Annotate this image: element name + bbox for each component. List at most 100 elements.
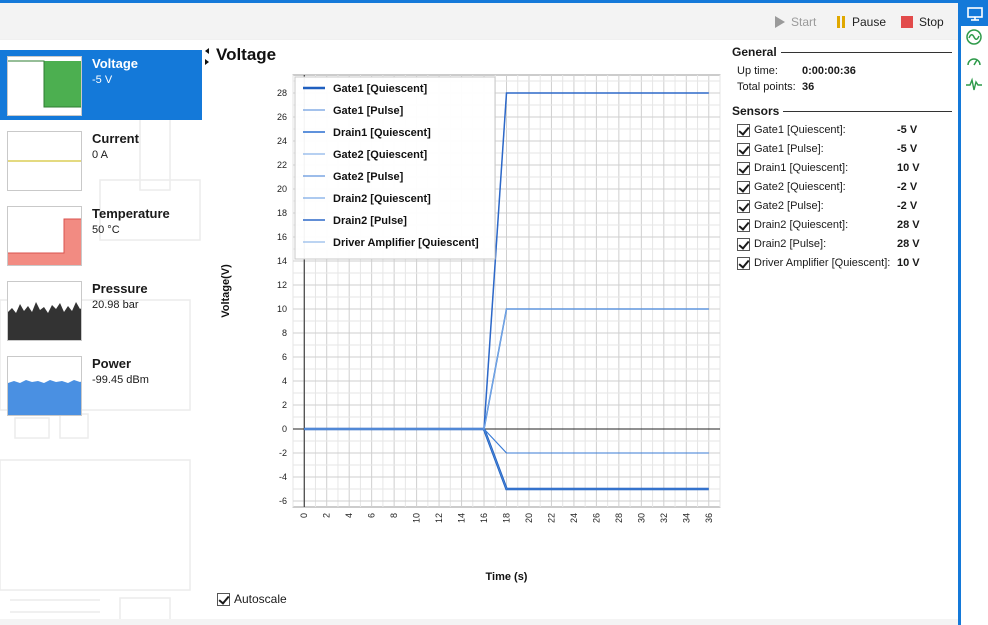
autoscale-label: Autoscale — [234, 592, 287, 606]
general-title: General — [732, 45, 777, 59]
y-tick-label: 16 — [277, 232, 287, 242]
voltage-thumbnail — [7, 56, 82, 116]
y-tick-label: 6 — [282, 352, 287, 362]
x-tick-label: 20 — [524, 513, 534, 523]
sensor-name: Temperature — [92, 206, 170, 221]
start-label: Start — [791, 15, 817, 29]
sensor-value: 20.98 bar — [92, 299, 139, 311]
sensor-row[interactable]: Gate1 [Pulse]: -5 V — [737, 141, 937, 157]
x-tick-label: 8 — [389, 513, 399, 518]
y-tick-label: 2 — [282, 400, 287, 410]
sensor-card-pressure[interactable]: Pressure 20.98 bar — [0, 275, 202, 345]
sensor-row-value: -2 V — [897, 181, 918, 193]
y-tick-label: 26 — [277, 112, 287, 122]
sensor-checkbox[interactable] — [737, 161, 750, 175]
monitor-icon — [966, 7, 983, 21]
legend-entry: Gate1 [Quiescent] — [333, 83, 427, 95]
legend-entry: Drain2 [Quiescent] — [333, 193, 431, 205]
power-thumbnail — [7, 356, 82, 416]
x-tick-label: 16 — [479, 513, 489, 523]
x-tick-label: 14 — [457, 513, 467, 523]
autoscale-option[interactable]: Autoscale — [217, 592, 287, 606]
sensor-row-value: 28 V — [897, 238, 920, 250]
collapse-toggle-icon[interactable] — [204, 47, 210, 67]
toolbar: Start Pause Stop — [0, 0, 958, 40]
x-tick-label: 10 — [412, 513, 422, 523]
sensors-title: Sensors — [732, 104, 780, 118]
stop-button[interactable]: Stop — [901, 14, 944, 30]
sensor-value: -5 V — [92, 74, 113, 86]
sensor-row-value: -5 V — [897, 124, 918, 136]
sensor-row-label: Gate1 [Pulse]: — [754, 143, 824, 155]
uptime-label: Up time: — [737, 65, 778, 77]
y-tick-label: 18 — [277, 208, 287, 218]
sensor-card-power[interactable]: Power -99.45 dBm — [0, 350, 202, 420]
y-tick-label: 24 — [277, 136, 287, 146]
play-icon — [775, 16, 785, 28]
x-tick-label: 0 — [299, 513, 309, 518]
sensor-checkbox[interactable] — [737, 142, 750, 156]
x-tick-label: 24 — [569, 513, 579, 523]
sensor-card-voltage[interactable]: Voltage -5 V — [0, 50, 202, 120]
sensor-value: 0 A — [92, 149, 108, 161]
waveform-tab[interactable] — [964, 28, 984, 46]
sensor-row-label: Gate2 [Quiescent]: — [754, 181, 846, 193]
pause-label: Pause — [852, 15, 887, 29]
sensor-checkbox[interactable] — [737, 256, 750, 270]
sensor-checkbox[interactable] — [737, 218, 750, 232]
sensor-row-value: 10 V — [897, 162, 920, 174]
autoscale-checkbox[interactable] — [217, 592, 230, 606]
x-tick-label: 4 — [344, 513, 354, 518]
current-thumbnail — [7, 131, 82, 191]
sensor-checkbox[interactable] — [737, 123, 750, 137]
y-tick-label: 4 — [282, 376, 287, 386]
voltage-chart[interactable]: -6-4-202468101214161820222426280 2 4 6 8 10 12… — [215, 70, 725, 590]
sensor-row[interactable]: Drain2 [Pulse]: 28 V — [737, 236, 937, 252]
legend-entry: Gate1 [Pulse] — [333, 105, 404, 117]
y-tick-label: 0 — [282, 424, 287, 434]
app-window: Start Pause Stop Voltage -5 V Current 0 … — [0, 0, 988, 625]
gauge-tab[interactable] — [964, 52, 984, 70]
y-tick-label: 10 — [277, 304, 287, 314]
sensor-card-temperature[interactable]: Temperature 50 °C — [0, 200, 202, 270]
monitor-tab[interactable] — [961, 2, 988, 26]
pause-button[interactable]: Pause — [836, 14, 886, 30]
y-tick-label: 12 — [277, 280, 287, 290]
x-tick-label: 32 — [659, 513, 669, 523]
x-tick-label: 12 — [434, 513, 444, 523]
uptime-row: Up time: 0:00:00:36 — [737, 65, 856, 77]
sensor-name: Voltage — [92, 56, 138, 71]
y-tick-label: 22 — [277, 160, 287, 170]
x-axis-label: Time (s) — [486, 571, 528, 583]
y-tick-label: -4 — [279, 472, 287, 482]
y-axis-label: Voltage(V) — [220, 264, 232, 318]
sensor-row-label: Gate1 [Quiescent]: — [754, 124, 846, 136]
title-accent-bar — [0, 0, 988, 3]
pause-icon — [836, 16, 846, 28]
sensor-row[interactable]: Drain1 [Quiescent]: 10 V — [737, 160, 937, 176]
x-tick-label: 2 — [322, 513, 332, 518]
legend-entry: Drain1 [Quiescent] — [333, 127, 431, 139]
sensor-row[interactable]: Driver Amplifier [Quiescent]: 10 V — [737, 255, 937, 271]
legend-entry: Gate2 [Pulse] — [333, 171, 404, 183]
sensor-row[interactable]: Gate2 [Pulse]: -2 V — [737, 198, 937, 214]
sensor-row[interactable]: Gate2 [Quiescent]: -2 V — [737, 179, 937, 195]
x-tick-label: 36 — [704, 513, 714, 523]
sensor-name: Power — [92, 356, 132, 371]
sensor-checkbox[interactable] — [737, 199, 750, 213]
total-points-label: Total points: — [737, 81, 796, 93]
sensor-card-current[interactable]: Current 0 A — [0, 125, 202, 195]
sensor-checkbox[interactable] — [737, 180, 750, 194]
sensor-row[interactable]: Drain2 [Quiescent]: 28 V — [737, 217, 937, 233]
start-button[interactable]: Start — [775, 14, 816, 30]
y-tick-label: -6 — [279, 496, 287, 506]
sensor-row[interactable]: Gate1 [Quiescent]: -5 V — [737, 122, 937, 138]
sensor-row-value: -5 V — [897, 143, 918, 155]
sensor-checkbox[interactable] — [737, 237, 750, 251]
x-tick-label: 30 — [636, 513, 646, 523]
pulse-tab[interactable] — [964, 76, 984, 94]
sensor-row-label: Gate2 [Pulse]: — [754, 200, 824, 212]
y-tick-label: 28 — [277, 88, 287, 98]
y-tick-label: 14 — [277, 256, 287, 266]
voltage-thumb-fill — [44, 61, 81, 107]
